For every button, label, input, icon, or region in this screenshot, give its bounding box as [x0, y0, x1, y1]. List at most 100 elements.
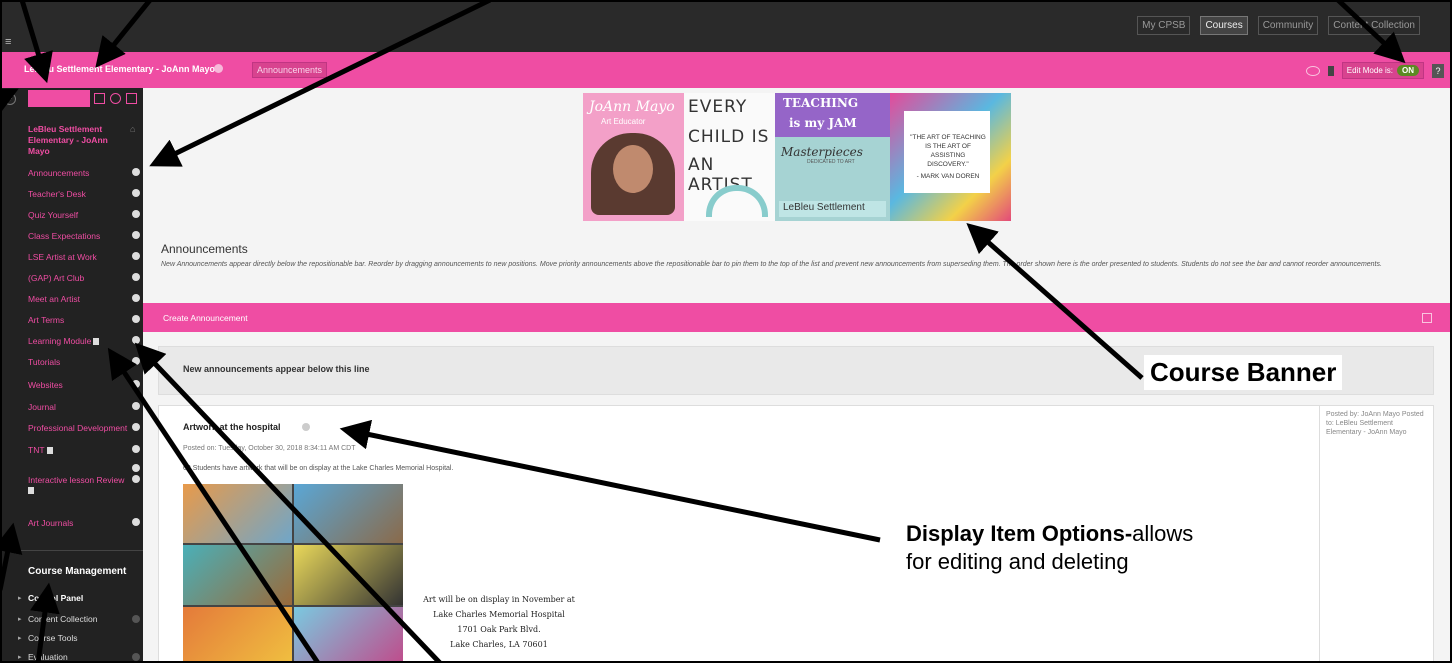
sidebar-item-quiz-yourself[interactable]: Quiz Yourself	[28, 210, 78, 220]
item-options-icon[interactable]	[132, 273, 140, 281]
expand-arrow-icon[interactable]: ▸	[18, 594, 22, 602]
item-options-icon[interactable]	[132, 380, 140, 388]
student-preview-icon[interactable]	[1305, 65, 1320, 76]
banner-text-line: CHILD IS	[688, 127, 770, 147]
sidebar-item-professional-development[interactable]: Professional Development	[28, 423, 127, 433]
repositionable-bar-text: New announcements appear below this line	[183, 364, 370, 374]
item-options-icon[interactable]	[132, 252, 140, 260]
course-menu-icon[interactable]	[214, 64, 223, 73]
sidebar-item-meet-an-artist[interactable]: Meet an Artist	[28, 294, 80, 304]
edit-mode-toggle[interactable]: Edit Mode is: ON	[1341, 62, 1424, 79]
item-options-icon[interactable]	[132, 315, 140, 323]
breadcrumb[interactable]: Announcements	[252, 62, 328, 78]
item-options-icon[interactable]	[132, 464, 140, 472]
caption-line: Lake Charles, LA 70601	[450, 640, 548, 649]
banner-text-line: is my JAM	[789, 116, 857, 130]
caption-line: Art will be on display in November at	[423, 595, 575, 604]
sidebar-item-art-club[interactable]: (GAP) Art Club	[28, 273, 84, 283]
item-options-icon[interactable]	[132, 294, 140, 302]
banner-teacher-role: Art Educator	[601, 117, 646, 126]
banner-text-line: Masterpieces	[781, 145, 863, 159]
top-navigation: ≡ My CPSB Courses Community Content Coll…	[2, 2, 1450, 52]
expand-arrow-icon[interactable]: ▸	[18, 634, 22, 642]
tab-community[interactable]: Community	[1257, 16, 1319, 35]
add-menu-item-icon[interactable]: +	[4, 93, 16, 105]
tab-content-collection[interactable]: Content Collection	[1328, 16, 1420, 35]
sidebar-item-label: Learning Module	[28, 336, 92, 346]
control-panel-link[interactable]: Control Panel	[28, 593, 83, 603]
item-options-icon[interactable]	[132, 336, 140, 344]
reorder-icon[interactable]	[94, 93, 105, 104]
tab-my-cpsb[interactable]: My CPSB	[1137, 16, 1191, 35]
sidebar-item-learning-module[interactable]: Learning Module	[28, 336, 100, 346]
page-title: Announcements	[161, 242, 248, 256]
teacher-face	[613, 145, 653, 193]
student-artwork-image	[183, 484, 403, 661]
sidebar-item-label: Interactive lesson Review	[28, 475, 125, 485]
item-options-icon[interactable]	[132, 423, 140, 431]
refresh-icon[interactable]	[110, 93, 121, 104]
expand-arrow-icon[interactable]: ▸	[18, 653, 22, 661]
callout-course-banner: Course Banner	[1144, 355, 1343, 390]
sidebar-item-label: TNT	[28, 445, 45, 455]
caption-line: Lake Charles Memorial Hospital	[433, 610, 565, 619]
add-icon[interactable]	[132, 653, 140, 661]
banner-teacher-name: JoAnn Mayo	[589, 99, 675, 115]
menu-icon[interactable]: ≡	[5, 36, 11, 48]
banner-school-name: LeBleu Settlement	[783, 202, 865, 213]
add-icon[interactable]	[132, 615, 140, 623]
expand-arrow-icon[interactable]: ▸	[18, 615, 22, 623]
item-options-icon[interactable]	[132, 518, 140, 526]
callout-bold: Display Item Options-	[906, 521, 1133, 546]
top-tabs: My CPSB Courses Community Content Collec…	[1137, 16, 1420, 35]
create-announcement-button[interactable]: Create Announcement	[163, 313, 248, 323]
course-banner: JoAnn Mayo Art Educator EVERY CHILD IS A…	[583, 93, 1011, 221]
sidebar-item-journal[interactable]: Journal	[28, 402, 56, 412]
announcement-title[interactable]: Artwork at the hospital	[183, 422, 281, 432]
course-title[interactable]: LeBleu Settlement Elementary - JoAnn May…	[24, 64, 215, 74]
quote-author: - MARK VAN DOREN	[916, 173, 980, 180]
item-options-icon[interactable]	[132, 231, 140, 239]
sidebar-item-interactive-lesson-review[interactable]: Interactive lesson Review	[28, 475, 124, 495]
caption-line: 1701 Oak Park Blvd.	[457, 625, 541, 634]
course-tools-link[interactable]: Course Tools	[28, 633, 77, 643]
sidebar-item-teachers-desk[interactable]: Teacher's Desk	[28, 189, 86, 199]
edit-mode-label: Edit Mode is:	[1346, 66, 1393, 75]
banner-text-line: EVERY	[688, 97, 748, 117]
content-collection-link[interactable]: Content Collection	[28, 614, 97, 624]
item-options-icon[interactable]	[132, 445, 140, 453]
banner-text-line: DEDICATED TO ART	[807, 159, 855, 165]
sidebar-item-art-journals[interactable]: Art Journals	[28, 518, 73, 528]
item-options-icon[interactable]	[132, 189, 140, 197]
home-icon[interactable]: ⌂	[130, 124, 135, 134]
tab-courses[interactable]: Courses	[1200, 16, 1248, 35]
reorder-icon[interactable]	[1422, 313, 1432, 323]
item-options-icon[interactable]	[132, 402, 140, 410]
sidebar-highlight	[28, 90, 90, 107]
item-options-icon[interactable]	[302, 423, 310, 431]
help-icon[interactable]: ?	[1432, 63, 1444, 78]
item-options-icon[interactable]	[132, 357, 140, 365]
flag-icon[interactable]	[1327, 65, 1334, 76]
sidebar-divider	[2, 550, 143, 551]
callout-text: allows	[1132, 521, 1194, 546]
sidebar-course-header[interactable]: LeBleu Settlement Elementary - JoAnn May…	[28, 124, 124, 157]
folder-view-icon[interactable]	[126, 93, 137, 104]
sidebar-item-tnt[interactable]: TNT	[28, 445, 53, 455]
sidebar-item-announcements[interactable]: Announcements	[28, 168, 89, 178]
banner-panel-every-child: EVERY CHILD IS AN ARTIST	[684, 93, 775, 221]
sidebar-item-websites[interactable]: Websites	[28, 380, 63, 390]
sidebar-item-art-terms[interactable]: Art Terms	[28, 315, 64, 325]
item-options-icon[interactable]	[132, 210, 140, 218]
item-options-icon[interactable]	[132, 475, 140, 483]
item-options-icon[interactable]	[132, 168, 140, 176]
sidebar-item-lse-artist[interactable]: LSE Artist at Work	[28, 252, 97, 262]
banner-panel-quote: "THE ART OF TEACHING IS THE ART OF ASSIS…	[890, 93, 1011, 221]
action-bar: Create Announcement	[143, 303, 1450, 332]
callout-text: for editing and deleting	[906, 549, 1129, 574]
evaluation-link[interactable]: Evaluation	[28, 652, 68, 661]
callout-display-item-options: Display Item Options-allows for editing …	[890, 516, 1210, 580]
sidebar-item-tutorials[interactable]: Tutorials	[28, 357, 60, 367]
quote-text: "THE ART OF TEACHING IS THE ART OF ASSIS…	[910, 134, 986, 168]
sidebar-item-class-expectations[interactable]: Class Expectations	[28, 231, 100, 241]
